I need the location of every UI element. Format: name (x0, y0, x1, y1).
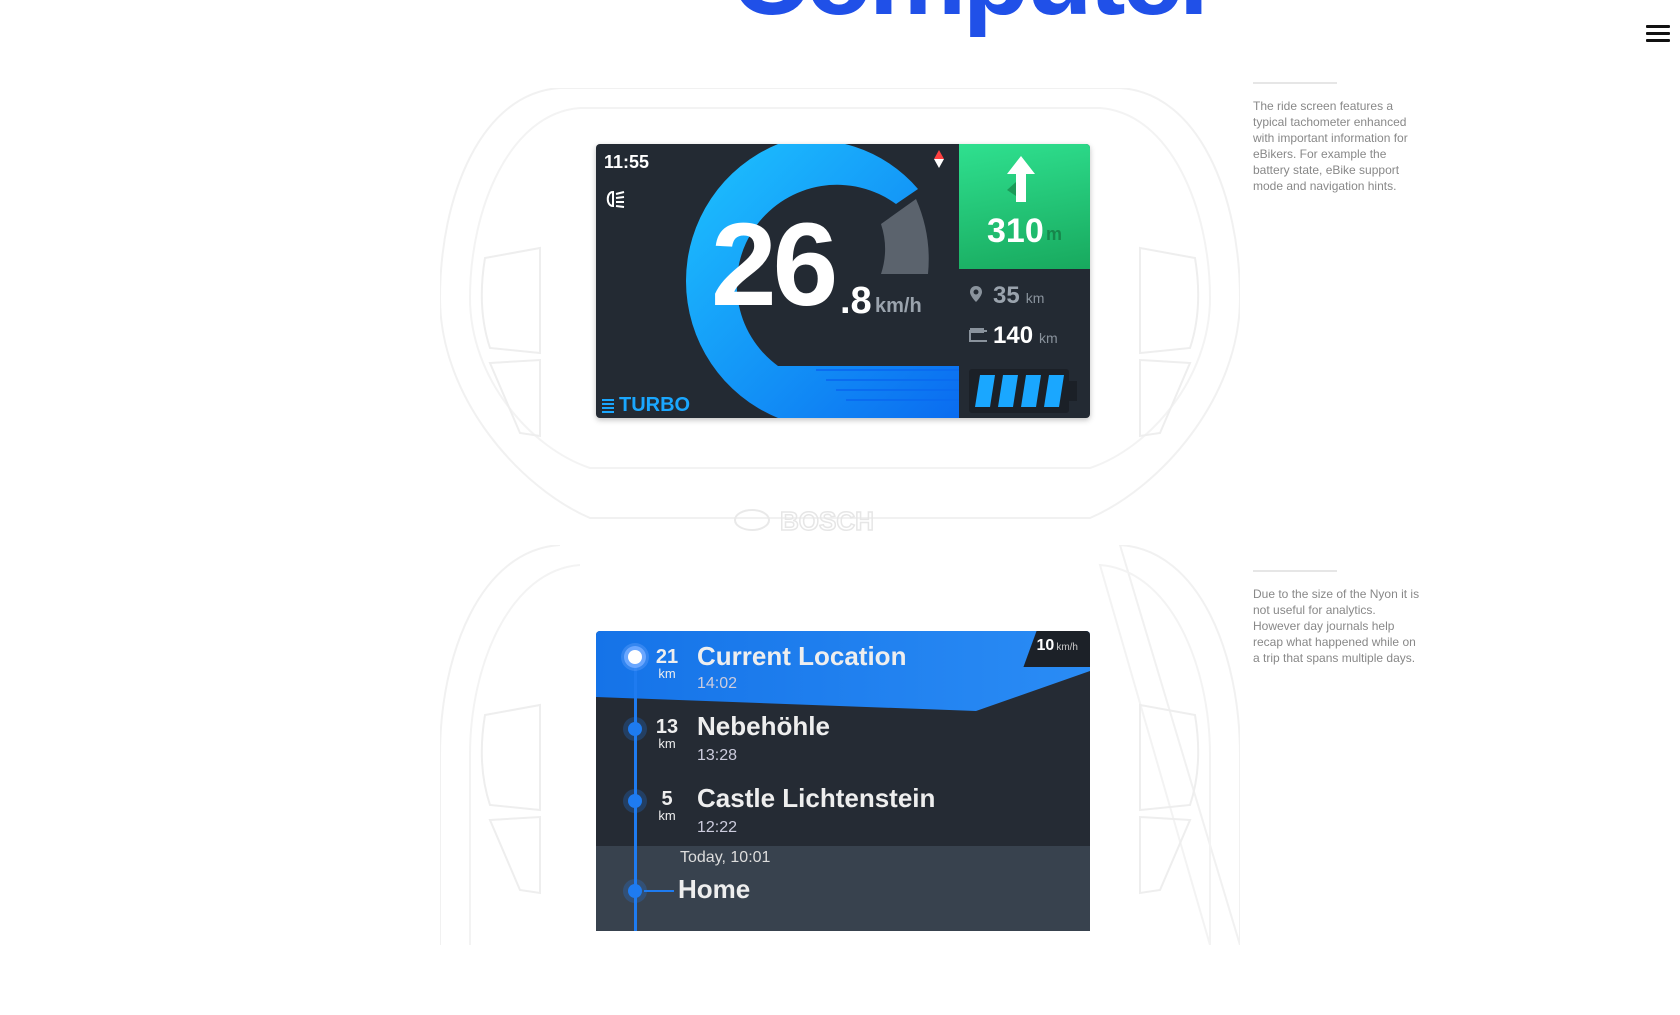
entry-time: 13:28 (697, 747, 738, 764)
odometer-unit: km (1039, 330, 1058, 346)
speed-unit: km/h (875, 295, 922, 317)
ride-device: BOSCH 11:55 26 .8 km/h TURBO 310 m 35 km… (440, 88, 1240, 558)
divider (1253, 82, 1337, 84)
home-label[interactable]: Home (678, 874, 750, 905)
battery-icon (969, 369, 1077, 413)
home-dot (628, 884, 642, 898)
journal-description-block: Due to the size of the Nyon it is not us… (1253, 570, 1423, 666)
current-location-dot (628, 650, 642, 664)
entry-time: 12:22 (697, 819, 738, 836)
hamburger-menu-icon[interactable] (1646, 22, 1670, 46)
home-connector (644, 890, 674, 892)
headlight-icon (606, 190, 625, 208)
entry-distance: 5 km (658, 788, 676, 823)
straight-arrow-icon (1007, 156, 1035, 202)
divider (1253, 570, 1337, 572)
entry-place: Nebehöhle (697, 711, 830, 741)
today-label: Today, 10:01 (680, 849, 771, 866)
support-mode: TURBO (602, 394, 690, 417)
page-title: Computer (730, 0, 1221, 32)
today-section (596, 846, 1090, 931)
journal-entry[interactable]: 5 km Castle Lichtenstein 12:22 (596, 775, 1090, 847)
clock-time: 11:55 (604, 152, 650, 172)
range-stat: 35 km (969, 282, 1044, 310)
nav-distance: 310 (987, 212, 1044, 250)
entry-place: Castle Lichtenstein (697, 783, 936, 813)
ride-description-block: The ride screen features a typical tacho… (1253, 82, 1423, 194)
mode-label: TURBO (619, 394, 691, 416)
odometer-icon (969, 328, 987, 342)
speed-decimal: .8 (840, 280, 872, 322)
odometer-stat: 140 km (969, 322, 1058, 350)
journal-entry[interactable]: 13 km Nebehöhle 13:28 (596, 703, 1090, 775)
entry-time: 14:02 (697, 675, 738, 692)
entry-place: Current Location (697, 641, 907, 671)
journal-screen: 10 km/h 21 km Current Location 14:02 13 km … (596, 631, 1090, 931)
timeline-dot (628, 794, 642, 808)
entry-distance: 21 km (655, 646, 679, 681)
bosch-logo: BOSCH (780, 506, 874, 536)
timeline-dot (628, 722, 642, 736)
journal-description: Due to the size of the Nyon it is not us… (1253, 587, 1420, 665)
ride-description: The ride screen features a typical tacho… (1253, 99, 1408, 193)
range-unit: km (1025, 290, 1045, 306)
journal-device: 10 km/h 21 km Current Location 14:02 13 km … (440, 545, 1240, 1015)
range-value: 35 (993, 282, 1020, 309)
mode-bars-icon (602, 398, 614, 413)
odometer-value: 140 (993, 322, 1034, 349)
nav-unit: m (1046, 224, 1063, 244)
entry-distance: 13 km (655, 716, 679, 751)
ride-screen: 11:55 26 .8 km/h TURBO 310 m 35 km 140 k… (596, 144, 1090, 418)
journal-entry[interactable]: 21 km Current Location 14:02 (596, 631, 1090, 703)
compass-icon (934, 150, 944, 168)
navigation-hint: 310 m (959, 144, 1090, 269)
location-pin-icon (970, 286, 982, 302)
speed-value: 26 (711, 199, 838, 331)
